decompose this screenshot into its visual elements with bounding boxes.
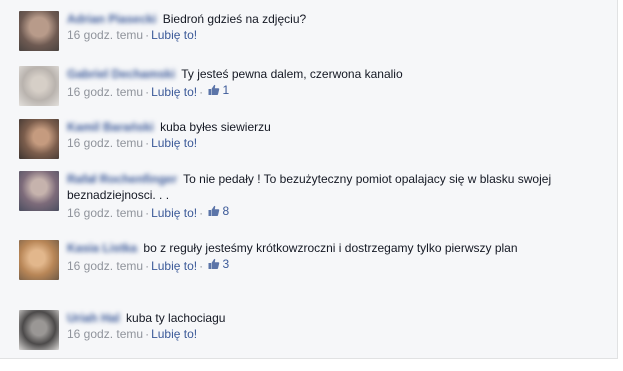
avatar[interactable]	[19, 171, 59, 211]
like-count-value: 8	[222, 204, 230, 218]
comment-meta: 16 godz. temu · Lubię to!	[67, 28, 198, 42]
like-count-value: 3	[222, 257, 230, 271]
comment-meta: 16 godz. temu · Lubię to!	[67, 327, 198, 341]
avatar[interactable]	[19, 66, 59, 106]
comment-text: kuba byłes siewierzu	[160, 120, 271, 134]
comment-body: Uriah Hal kuba ty lachociagu 16 godz. te…	[67, 310, 577, 342]
comment-body: Adrian Piasecki Biedroń gdzieś na zdjęci…	[67, 11, 577, 43]
comments-panel: Adrian Piasecki Biedroń gdzieś na zdjęci…	[0, 0, 618, 359]
avatar[interactable]	[19, 11, 59, 51]
comment-timestamp[interactable]: 16 godz. temu	[67, 206, 143, 220]
comment-body: Kamil Barański kuba byłes siewierzu 16 g…	[67, 119, 577, 151]
like-button[interactable]: Lubię to!	[151, 136, 197, 150]
comment-author[interactable]: Uriah Hal	[67, 310, 120, 326]
avatar[interactable]	[19, 240, 59, 280]
comment-author[interactable]: Rafał Rochenfinger	[67, 171, 177, 187]
avatar[interactable]	[19, 119, 59, 159]
comment-body: Rafał Rochenfinger To nie pedały ! To be…	[67, 171, 577, 221]
avatar[interactable]	[19, 310, 59, 350]
comment-timestamp[interactable]: 16 godz. temu	[67, 136, 143, 150]
comment-text: Biedroń gdzieś na zdjęciu?	[162, 12, 307, 26]
comment-meta: 16 godz. temu · Lubię to! · 8	[67, 203, 230, 220]
comment-body: Kasia Listka bo z reguły jesteśmy krótko…	[67, 240, 577, 274]
like-button[interactable]: Lubię to!	[151, 259, 197, 273]
like-count[interactable]: 3	[208, 256, 229, 272]
comment-author[interactable]: Gabriel Dechamski	[67, 66, 175, 82]
like-button[interactable]: Lubię to!	[151, 28, 197, 42]
like-count[interactable]: 1	[208, 82, 229, 98]
comment-timestamp[interactable]: 16 godz. temu	[67, 259, 143, 273]
thumbs-up-icon	[208, 205, 220, 216]
comment-text: kuba ty lachociagu	[126, 311, 226, 325]
comment-timestamp[interactable]: 16 godz. temu	[67, 28, 143, 42]
comment-text: bo z reguły jesteśmy krótkowzroczni i do…	[143, 241, 518, 255]
comment-author[interactable]: Kasia Listka	[67, 240, 137, 256]
like-count-value: 1	[222, 83, 230, 97]
like-button[interactable]: Lubię to!	[151, 85, 197, 99]
comment-author[interactable]: Adrian Piasecki	[67, 11, 156, 27]
thumbs-up-icon	[208, 84, 220, 95]
like-button[interactable]: Lubię to!	[151, 206, 197, 220]
like-count[interactable]: 8	[208, 203, 229, 219]
comment-text: Ty jesteś pewna dalem, czerwona kanalio	[181, 67, 403, 81]
like-button[interactable]: Lubię to!	[151, 327, 197, 341]
thumbs-up-icon	[208, 258, 220, 269]
comment-body: Gabriel Dechamski Ty jesteś pewna dalem,…	[67, 66, 577, 100]
comment-meta: 16 godz. temu · Lubię to!	[67, 136, 198, 150]
comment-timestamp[interactable]: 16 godz. temu	[67, 327, 143, 341]
comment-meta: 16 godz. temu · Lubię to! · 1	[67, 82, 230, 99]
comment-timestamp[interactable]: 16 godz. temu	[67, 85, 143, 99]
comment-author[interactable]: Kamil Barański	[67, 119, 154, 135]
comment-meta: 16 godz. temu · Lubię to! · 3	[67, 256, 230, 273]
